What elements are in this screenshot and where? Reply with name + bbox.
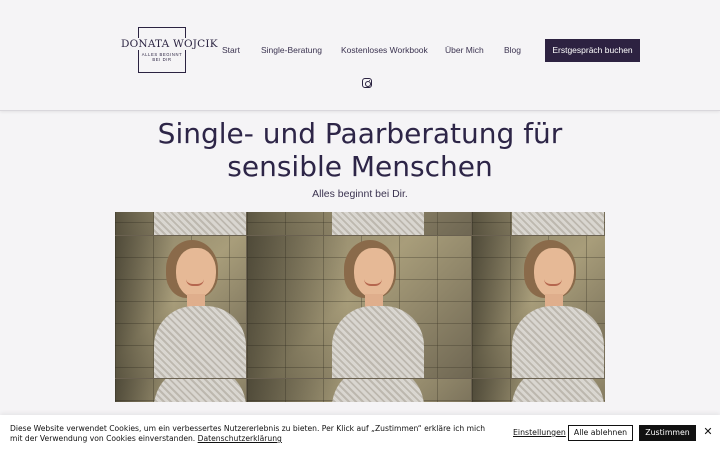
logo-frame	[138, 27, 186, 73]
photo-tile	[472, 379, 605, 402]
photo-tile	[472, 212, 605, 235]
logo-name: DONATA WOJCIK	[121, 38, 218, 50]
nav-item-single-beratung[interactable]: Single-Beratung	[261, 45, 322, 55]
privacy-policy-link[interactable]: Datenschutzerklärung	[198, 434, 282, 443]
close-icon[interactable]: ✕	[703, 426, 713, 438]
photo-tile	[247, 379, 471, 402]
logo-tagline: ALLES BEGINNT BEI DIR	[141, 52, 183, 62]
photo-tile	[247, 212, 471, 235]
hero-photo-collage	[115, 212, 605, 402]
page-subtitle: Alles beginnt bei Dir.	[312, 188, 408, 200]
nav-item-blog[interactable]: Blog	[504, 45, 521, 55]
book-consultation-button[interactable]: Erstgespräch buchen	[545, 39, 640, 62]
photo-tile	[115, 379, 246, 402]
photo-tile	[115, 236, 246, 378]
cookie-banner: Diese Website verwendet Cookies, um ein …	[0, 415, 720, 450]
cookie-text: Diese Website verwendet Cookies, um ein …	[10, 424, 490, 444]
nav-item-start[interactable]: Start	[222, 45, 240, 55]
reject-all-button[interactable]: Alle ablehnen	[568, 425, 633, 441]
instagram-icon[interactable]	[362, 78, 372, 88]
photo-tile	[472, 236, 605, 378]
page-title-line-2: sensible Menschen	[227, 150, 493, 183]
page-title-line-1: Single- und Paarberatung für	[157, 117, 563, 150]
cookie-settings-link[interactable]: Einstellungen	[513, 428, 566, 437]
site-header: DONATA WOJCIK ALLES BEGINNT BEI DIR Star…	[0, 0, 720, 111]
photo-tile-main	[247, 236, 471, 378]
page-title: Single- und Paarberatung für sensible Me…	[110, 117, 610, 183]
nav-item-ueber-mich[interactable]: Über Mich	[445, 45, 484, 55]
logo[interactable]: DONATA WOJCIK ALLES BEGINNT BEI DIR	[121, 27, 218, 73]
accept-button[interactable]: Zustimmen	[639, 425, 696, 441]
photo-tile	[115, 212, 246, 235]
nav-item-workbook[interactable]: Kostenloses Workbook	[341, 45, 428, 55]
